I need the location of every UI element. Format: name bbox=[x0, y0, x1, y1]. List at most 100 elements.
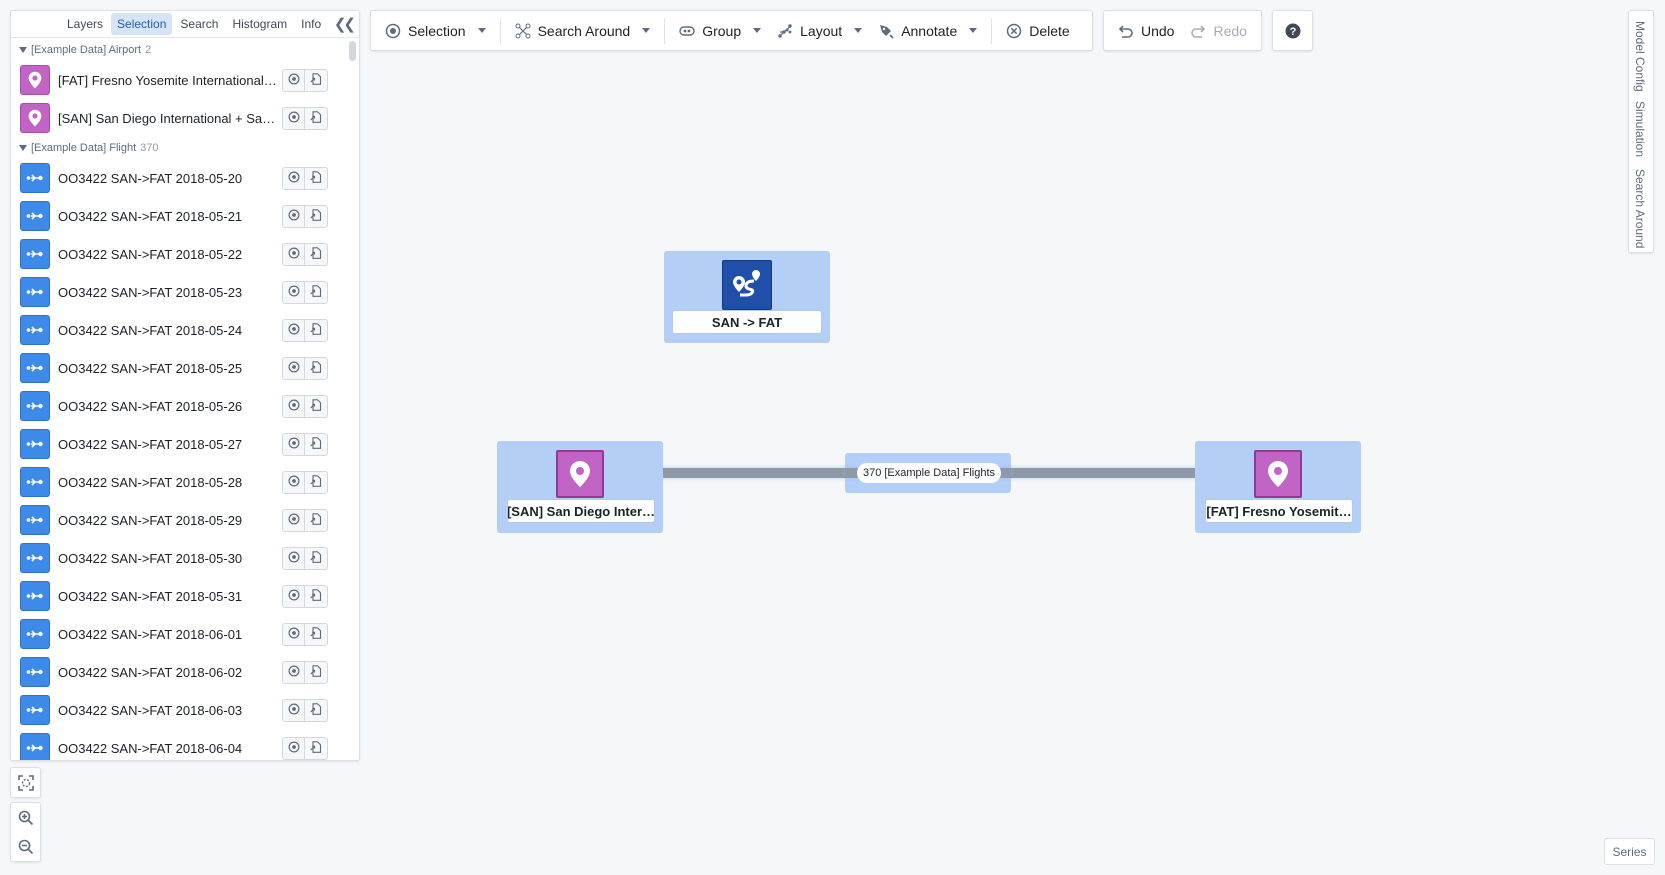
tab-search[interactable]: Search bbox=[174, 13, 224, 35]
list-item[interactable]: OO3422 SAN->FAT 2018-05-22 bbox=[11, 235, 347, 273]
open-object-button[interactable] bbox=[305, 281, 328, 304]
target-icon bbox=[288, 550, 300, 568]
item-label: OO3422 SAN->FAT 2018-05-30 bbox=[58, 550, 243, 566]
list-item[interactable]: OO3422 SAN->FAT 2018-05-24 bbox=[11, 311, 347, 349]
group-header[interactable]: [Example Data] Airport 2 bbox=[11, 39, 347, 61]
group-name: [Example Data] Flight bbox=[31, 142, 137, 154]
open-object-button[interactable] bbox=[305, 319, 328, 342]
open-object-button[interactable] bbox=[305, 585, 328, 608]
open-object-button[interactable] bbox=[305, 661, 328, 684]
group-header[interactable]: [Example Data] Flight 370 bbox=[11, 137, 347, 159]
layout-button[interactable]: Layout bbox=[769, 16, 870, 46]
target-icon bbox=[288, 474, 300, 492]
focus-button[interactable] bbox=[282, 395, 305, 418]
open-object-button[interactable] bbox=[305, 107, 328, 130]
right-sidebar-tabs: Model Config Simulation Search Around bbox=[1628, 10, 1654, 253]
list-item[interactable]: OO3422 SAN->FAT 2018-06-04 bbox=[11, 729, 347, 760]
edge-label[interactable]: 370 [Example Data] Flights bbox=[857, 463, 1001, 483]
list-item[interactable]: OO3422 SAN->FAT 2018-05-29 bbox=[11, 501, 347, 539]
focus-button[interactable] bbox=[282, 107, 305, 130]
list-item[interactable]: OO3422 SAN->FAT 2018-05-26 bbox=[11, 387, 347, 425]
item-label: OO3422 SAN->FAT 2018-05-27 bbox=[58, 436, 243, 452]
open-object-button[interactable] bbox=[305, 433, 328, 456]
focus-button[interactable] bbox=[282, 167, 305, 190]
focus-button[interactable] bbox=[282, 281, 305, 304]
list-item[interactable]: OO3422 SAN->FAT 2018-06-03 bbox=[11, 691, 347, 729]
focus-button[interactable] bbox=[282, 547, 305, 570]
help-button[interactable]: ? bbox=[1272, 10, 1313, 51]
list-item[interactable]: OO3422 SAN->FAT 2018-05-25 bbox=[11, 349, 347, 387]
flight-route-icon bbox=[20, 505, 50, 535]
open-object-button[interactable] bbox=[305, 167, 328, 190]
list-item[interactable]: OO3422 SAN->FAT 2018-05-31 bbox=[11, 577, 347, 615]
list-item[interactable]: OO3422 SAN->FAT 2018-05-30 bbox=[11, 539, 347, 577]
focus-button[interactable] bbox=[282, 585, 305, 608]
list-item[interactable]: OO3422 SAN->FAT 2018-05-20 bbox=[11, 159, 347, 197]
open-object-button[interactable] bbox=[305, 243, 328, 266]
tab-simulation[interactable]: Simulation bbox=[1633, 101, 1647, 157]
list-item[interactable]: OO3422 SAN->FAT 2018-05-23 bbox=[11, 273, 347, 311]
delete-circle-icon bbox=[1007, 23, 1022, 38]
focus-button[interactable] bbox=[282, 661, 305, 684]
open-object-button[interactable] bbox=[305, 547, 328, 570]
zoom-in-button[interactable] bbox=[11, 803, 40, 832]
list-item[interactable]: OO3422 SAN->FAT 2018-05-28 bbox=[11, 463, 347, 501]
list-item[interactable]: [FAT] Fresno Yosemite International… bbox=[11, 61, 347, 99]
collapse-panel-icon[interactable]: ❮❮ bbox=[334, 15, 356, 33]
focus-button[interactable] bbox=[282, 737, 305, 760]
annotate-button[interactable]: Annotate bbox=[870, 16, 985, 46]
item-actions bbox=[282, 319, 328, 342]
focus-button[interactable] bbox=[282, 623, 305, 646]
tab-model-config[interactable]: Model Config bbox=[1633, 21, 1647, 92]
undo-button[interactable]: Undo bbox=[1110, 16, 1182, 46]
item-actions bbox=[282, 357, 328, 380]
open-object-button[interactable] bbox=[305, 205, 328, 228]
target-icon bbox=[288, 208, 300, 226]
delete-button[interactable]: Delete bbox=[998, 16, 1077, 46]
list-item[interactable]: OO3422 SAN->FAT 2018-05-27 bbox=[11, 425, 347, 463]
open-object-button[interactable] bbox=[305, 357, 328, 380]
tab-selection[interactable]: Selection bbox=[111, 13, 173, 35]
group-name: [Example Data] Airport bbox=[31, 44, 142, 56]
tab-info[interactable]: Info bbox=[295, 13, 327, 35]
focus-button[interactable] bbox=[282, 357, 305, 380]
tab-search-around[interactable]: Search Around bbox=[1633, 169, 1647, 248]
redo-icon bbox=[1191, 24, 1206, 38]
focus-button[interactable] bbox=[282, 205, 305, 228]
focus-button[interactable] bbox=[282, 509, 305, 532]
selection-list: [Example Data] Airport 2 [FAT] Fresno Yose… bbox=[11, 39, 347, 760]
chevron-down-icon bbox=[753, 28, 762, 33]
focus-button[interactable] bbox=[282, 433, 305, 456]
search-around-button[interactable]: Search Around bbox=[507, 16, 659, 46]
list-item[interactable]: [SAN] San Diego International + San… bbox=[11, 99, 347, 137]
selection-button[interactable]: Selection bbox=[377, 16, 494, 46]
open-object-button[interactable] bbox=[305, 623, 328, 646]
focus-button[interactable] bbox=[282, 471, 305, 494]
undo-icon bbox=[1118, 24, 1133, 38]
zoom-out-button[interactable] bbox=[11, 832, 40, 861]
open-object-button[interactable] bbox=[305, 737, 328, 760]
open-object-button[interactable] bbox=[305, 509, 328, 532]
target-icon bbox=[288, 284, 300, 302]
open-object-button[interactable] bbox=[305, 69, 328, 92]
list-item[interactable]: OO3422 SAN->FAT 2018-05-21 bbox=[11, 197, 347, 235]
group-button[interactable]: Group bbox=[671, 16, 769, 46]
zoom-controls bbox=[10, 802, 41, 862]
focus-button[interactable] bbox=[282, 319, 305, 342]
focus-button[interactable] bbox=[282, 699, 305, 722]
zoom-out-icon bbox=[18, 839, 33, 854]
focus-button[interactable] bbox=[282, 69, 305, 92]
open-object-button[interactable] bbox=[305, 395, 328, 418]
tab-layers[interactable]: Layers bbox=[61, 13, 109, 35]
scrollbar[interactable] bbox=[349, 41, 356, 61]
open-object-button[interactable] bbox=[305, 699, 328, 722]
fit-to-view-button[interactable] bbox=[11, 768, 40, 797]
focus-button[interactable] bbox=[282, 243, 305, 266]
list-item[interactable]: OO3422 SAN->FAT 2018-06-02 bbox=[11, 653, 347, 691]
tab-histogram[interactable]: Histogram bbox=[226, 13, 293, 35]
open-object-button[interactable] bbox=[305, 471, 328, 494]
redo-button[interactable]: Redo bbox=[1182, 16, 1254, 46]
flight-route-icon bbox=[20, 581, 50, 611]
list-item[interactable]: OO3422 SAN->FAT 2018-06-01 bbox=[11, 615, 347, 653]
series-button[interactable]: Series bbox=[1604, 838, 1655, 865]
